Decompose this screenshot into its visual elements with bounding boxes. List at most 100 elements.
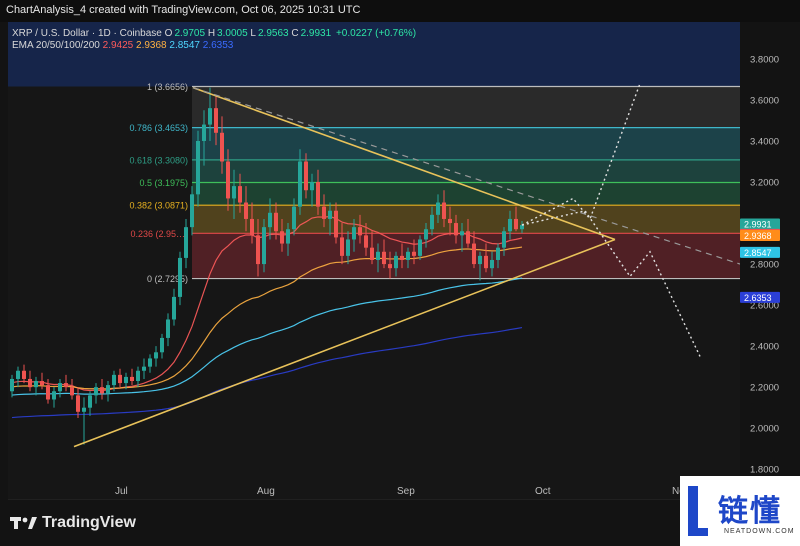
y-tick-label: 2.8000: [750, 260, 779, 271]
candle-body: [292, 206, 296, 230]
candle-body: [232, 186, 236, 199]
candle-body: [334, 210, 338, 238]
x-tick-label: Aug: [257, 486, 275, 497]
candle-body: [262, 227, 266, 265]
candle-body: [472, 243, 476, 265]
candle-body: [166, 319, 170, 338]
candle-body: [352, 227, 356, 240]
fib-band: [192, 159, 740, 183]
candle-body: [196, 140, 200, 195]
candle-body: [382, 251, 386, 265]
candle-body: [388, 264, 392, 269]
candle-body: [148, 358, 152, 367]
candle-body: [226, 161, 230, 199]
candle-body: [28, 378, 32, 388]
fib-band: [192, 86, 740, 128]
candle-body: [484, 255, 488, 269]
ema100-value: 2.8547: [169, 40, 200, 51]
candle-body: [448, 218, 452, 224]
candle-body: [400, 255, 404, 260]
candle-body: [190, 194, 194, 228]
watermark-en-text: NEATDOWN.COM: [724, 528, 795, 535]
price-chart[interactable]: 1 (3.6656) 0.786 (3.4653) 0.618 (3.3080) 0.…: [0, 0, 800, 546]
candle-body: [514, 218, 518, 230]
candle-body: [88, 395, 92, 408]
ema50-value: 2.9368: [136, 40, 167, 51]
candle-body: [466, 231, 470, 244]
candle-body: [328, 210, 332, 219]
candle-body: [34, 381, 38, 388]
fib-label: 0.236 (2.95…): [130, 229, 188, 239]
candle-body: [178, 257, 182, 297]
ema-label: EMA 20/50/100/200: [12, 40, 100, 51]
tradingview-logo-icon: [10, 517, 37, 529]
watermark: 链懂 NEATDOWN.COM: [680, 476, 800, 546]
candle-body: [40, 381, 44, 386]
candle-body: [340, 237, 344, 256]
y-tick-label: 3.2000: [750, 178, 779, 189]
y-tick-label: 3.8000: [750, 54, 779, 65]
ohlc-legend: XRP / U.S. Dollar · 1D · Coinbase O 2.970…: [12, 28, 416, 39]
y-tick-label: 2.2000: [750, 383, 779, 394]
price-tag-value: 2.8547: [744, 248, 772, 258]
candle-body: [490, 259, 494, 269]
candle-body: [460, 231, 464, 236]
candle-body: [220, 132, 224, 162]
candle-body: [244, 202, 248, 219]
candle-body: [346, 239, 350, 256]
price-tag-value: 2.6353: [744, 293, 772, 303]
change-value: +0.0227 (+0.76%): [335, 28, 417, 39]
low-label: L: [250, 28, 256, 39]
open-value: 2.9705: [174, 28, 206, 39]
tradingview-brand: TradingView: [42, 514, 136, 531]
candle-body: [418, 239, 422, 256]
candle-body: [22, 370, 26, 379]
candle-body: [268, 212, 272, 228]
candle-body: [478, 255, 482, 265]
x-tick-label: Sep: [397, 486, 415, 497]
candle-body: [82, 407, 86, 412]
candle-body: [376, 251, 380, 260]
price-tag-value: 2.9368: [744, 231, 772, 241]
y-tick-label: 1.8000: [750, 465, 779, 476]
candle-body: [322, 206, 326, 219]
fib-label: 0.382 (3.0871): [129, 201, 188, 211]
watermark-logo-icon: [688, 486, 708, 536]
candle-body: [10, 378, 14, 392]
candle-body: [106, 385, 110, 394]
high-label: H: [207, 28, 216, 39]
open-label: O: [164, 28, 173, 39]
candle-body: [406, 251, 410, 260]
candle-body: [310, 182, 314, 191]
candle-body: [76, 395, 80, 412]
candle-body: [358, 227, 362, 236]
candle-body: [430, 214, 434, 230]
candle-body: [184, 227, 188, 258]
close-label: C: [291, 28, 299, 39]
candle-body: [238, 186, 242, 203]
candle-body: [508, 218, 512, 232]
ema-legend: EMA 20/50/100/200 2.9425 2.9368 2.8547 2…: [12, 40, 233, 51]
candle-body: [52, 391, 56, 400]
y-tick-label: 2.0000: [750, 424, 779, 435]
candle-body: [424, 229, 428, 240]
candle-body: [496, 247, 500, 260]
fib-label: 0.5 (3.1975): [139, 178, 188, 188]
candle-body: [442, 202, 446, 219]
candle-body: [94, 387, 98, 396]
candle-body: [274, 212, 278, 232]
ema200-value: 2.6353: [202, 40, 234, 51]
candle-body: [412, 251, 416, 256]
candle-body: [118, 374, 122, 384]
candle-body: [214, 108, 218, 133]
candle-body: [58, 383, 62, 392]
candle-body: [280, 231, 284, 244]
candle-body: [394, 255, 398, 269]
symbol-label: XRP / U.S. Dollar · 1D · Coinbase: [12, 28, 162, 39]
x-tick-label: Jul: [115, 486, 128, 497]
y-tick-label: 3.4000: [750, 136, 779, 147]
fib-band: [192, 127, 740, 160]
candle-body: [160, 337, 164, 353]
candle-body: [70, 387, 74, 396]
candle-body: [364, 235, 368, 248]
